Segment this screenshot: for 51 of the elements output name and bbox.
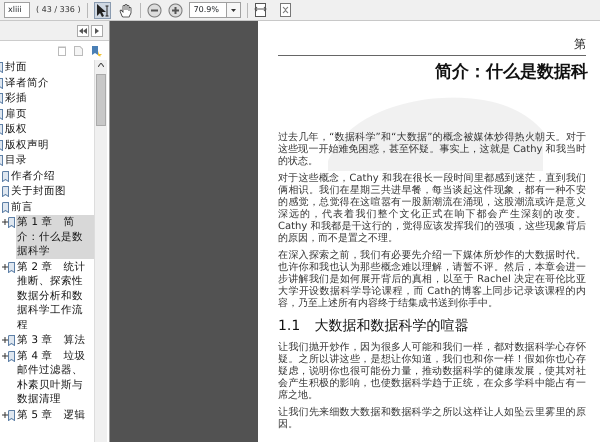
zoom-out-icon[interactable] — [146, 2, 162, 18]
zoom-in-icon[interactable] — [168, 2, 183, 18]
scrollbar-thumb[interactable] — [96, 74, 106, 126]
bookmark-item[interactable]: 关于封面图 — [10, 184, 67, 198]
bookmark-item[interactable]: 第 1 章 简介：什么是数据科学 — [16, 215, 94, 258]
bookmark-add-icon[interactable] — [91, 44, 103, 56]
caret-icon — [230, 8, 236, 12]
triangle-icon — [95, 28, 99, 34]
section-number: 1.1 — [278, 316, 300, 336]
body-paragraph: 过去几年，“数据科学”和“大数据”的概念被媒体炒得热火朝天。对于这些现一开始难免困惑，甚至怀疑。事实上，这就是 Cathy 和我当时的状态。 — [278, 132, 586, 168]
bookmark-item[interactable]: 作者介绍 — [10, 168, 56, 183]
select-tool-button[interactable] — [94, 2, 111, 18]
bookmark-item[interactable]: 第 4 章 垃圾邮件过滤器、朴素贝叶斯与数据清理 — [16, 348, 94, 406]
body-paragraph: 在深入探索之前，我们有必要先介绍一下媒体所炒作的大数据时代。也许你和我也认为那些概念难以理解，请暂不评。然后，本章会进一步讲解我们是如何展开背后的真相，以至于 Rachel 决定在哥伦比亚大学开设数据科学导论课程，而 Cath的博客上同步记录该课程的内容，乃至上述所有内容终于结集成书送到你手中。 — [278, 250, 586, 310]
bookmark-icon — [8, 217, 15, 228]
double-triangle-icon — [79, 28, 87, 34]
expand-button[interactable] — [91, 24, 103, 36]
page-count: ( 43 / 336 ) — [36, 4, 81, 16]
bookmark-icon — [2, 202, 9, 212]
bookmark-item[interactable]: 版权 — [4, 122, 28, 136]
bookmark-icon — [2, 186, 9, 197]
bookmark-icon — [2, 170, 9, 182]
bookmark-icon — [8, 335, 15, 346]
bookmark-item[interactable]: 版权声明 — [4, 138, 50, 152]
section-heading: 大数据和数据科学的喧嚣 — [314, 316, 468, 336]
bookmark-icon — [8, 350, 15, 362]
bookmark-icon — [8, 410, 15, 420]
scroll-up-icon[interactable] — [98, 63, 104, 67]
bookmark-item[interactable]: 封面 — [4, 60, 28, 74]
bookmark-item[interactable]: 前言 — [10, 200, 34, 214]
fit-page-icon[interactable] — [278, 3, 292, 17]
bookmark-item[interactable]: 彩插 — [4, 91, 28, 106]
scrollbar[interactable] — [94, 60, 107, 442]
bookmark-item[interactable]: 目录 — [4, 153, 28, 168]
bookmark-item[interactable]: 扉页 — [4, 106, 28, 121]
zoom-dropdown-button[interactable] — [226, 2, 241, 18]
chapter-title: 简介：什么是数据科 — [434, 61, 588, 84]
collapse-button[interactable] — [77, 24, 89, 36]
bookmark-item[interactable]: 第 3 章 算法 — [16, 333, 86, 348]
hand-tool-button[interactable] — [116, 2, 134, 18]
fit-width-icon[interactable] — [254, 3, 267, 17]
body-paragraph: 对于这些概念，Cathy 和我在很长一段时间里都感到迷茫，直到我们俩相识。我们在星期三共进早餐，每当谈起这件现象，都有一种不安的感觉，总觉得在这喧嚣有一股新潮流在涌现，这股潮流或许是意义深远的，代表着我们整个文化正式在响下都会产生深刻的改变。Cathy 和我都是干这行的，觉得应该发挥我们的强项，这些现象背后的原因，而不是置之不理。 — [278, 172, 586, 244]
body-paragraph: 让我们先来细数大数据和数据科学之所以这样让人如坠云里雾里的原因。 — [278, 406, 586, 430]
bookmark-item[interactable]: 第 2 章 统计推断、探索性数据分析和数据科学工作流程 — [16, 260, 94, 332]
bookmark-icon — [8, 262, 15, 272]
zoom-field[interactable]: 70.9% — [188, 2, 227, 18]
page-number-field[interactable]: xliii — [4, 2, 30, 18]
running-head: 第 — [278, 35, 586, 56]
bookmark-item[interactable]: 第 5 章 逻辑 — [16, 408, 86, 422]
bookmark-item[interactable]: 译者简介 — [4, 76, 50, 90]
body-paragraph: 让我们抛开炒作，因为很多人可能和我们一样，都对数据科学心存怀疑。之所以讲这些，是想让你知道，我们也和你一样！假如你也心存疑虑，说明你也很可能份力量，推动数据科学的健康发展，使其对社会产生积极的影响，也使数据科学趋于正统，在众多学科中能占有一席之地。 — [278, 342, 586, 402]
